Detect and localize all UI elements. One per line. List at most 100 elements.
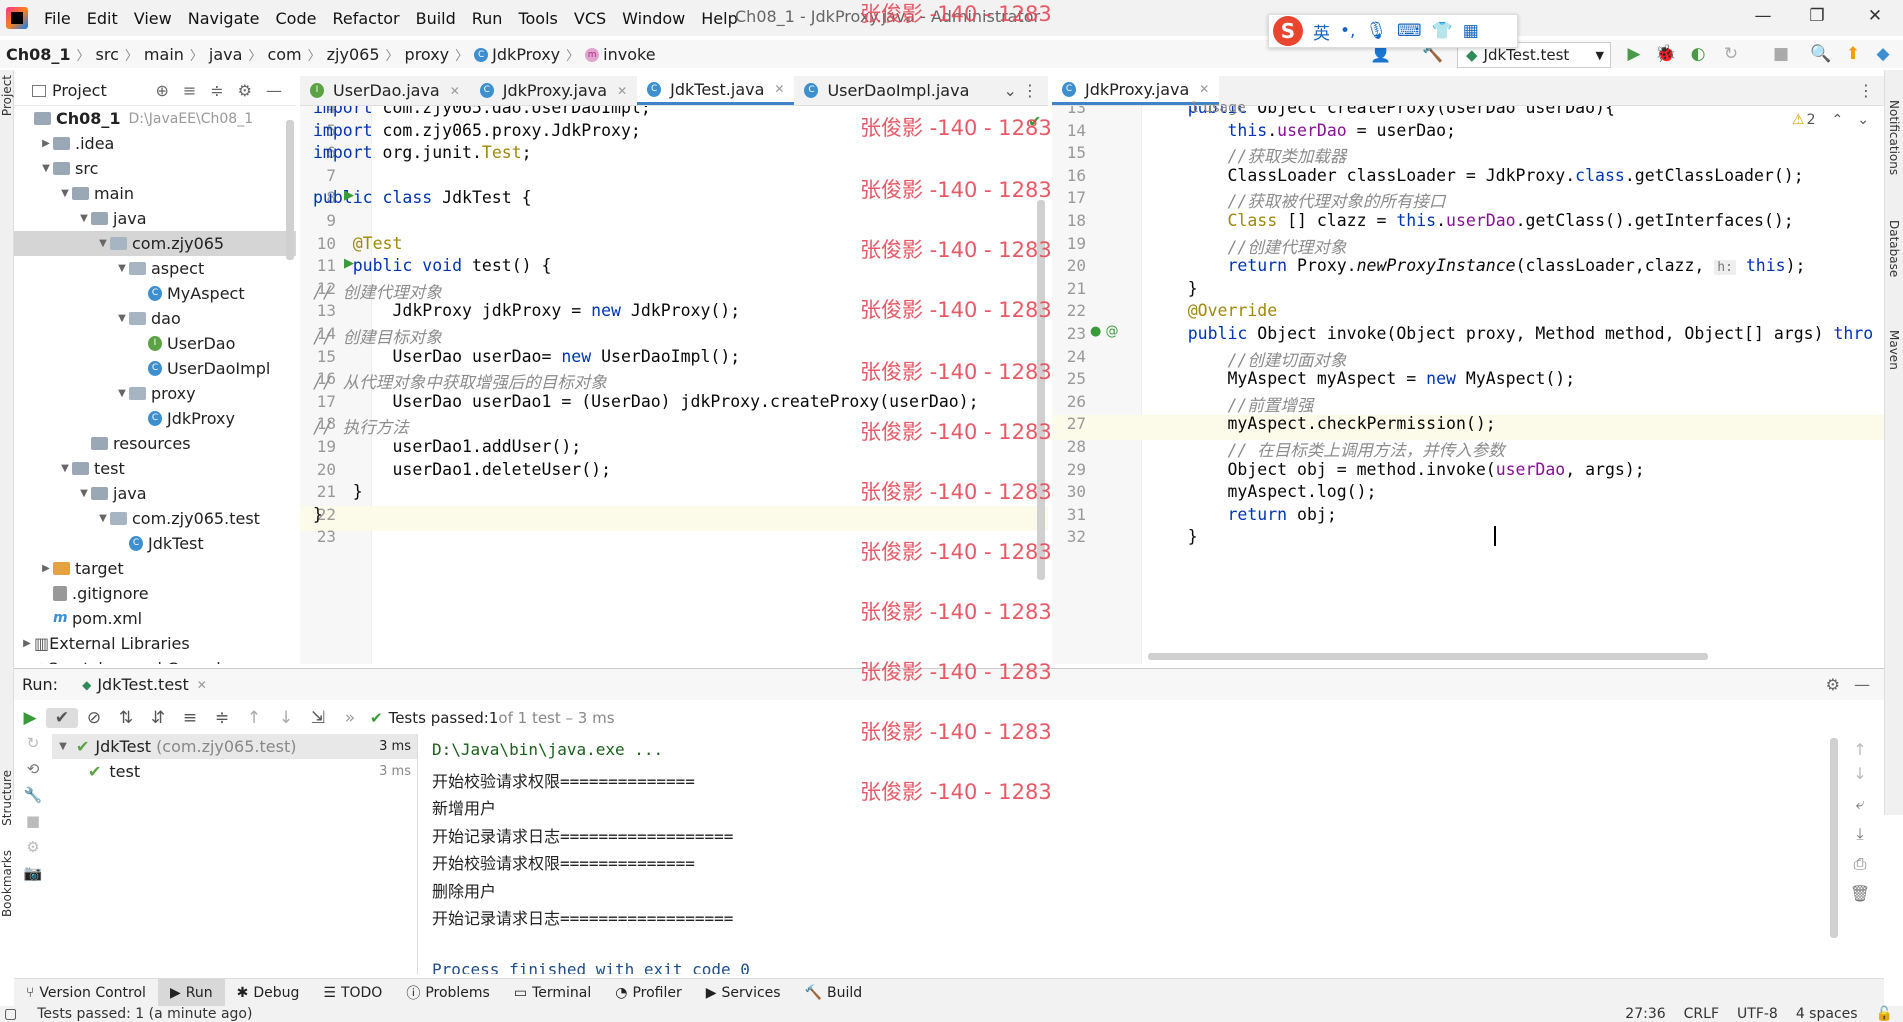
menu-refactor[interactable]: Refactor — [324, 9, 407, 28]
breadcrumb-src[interactable]: src — [90, 45, 125, 64]
rerun-failed-icon[interactable]: ↻ — [14, 734, 52, 760]
tree-item-userdaoimpl[interactable]: C UserDaoImpl — [14, 356, 296, 381]
tree-item-scratches-and-consoles[interactable]: ◷ Scratches and Consoles — [14, 656, 296, 664]
breadcrumb-method[interactable]: m invoke — [579, 45, 661, 64]
stop-icon[interactable]: ■ — [14, 812, 52, 838]
import-tests-icon[interactable]: ⇲ — [302, 708, 334, 728]
tab-jdktest[interactable]: C JdkTest.java ✕ — [637, 76, 795, 105]
more-icon[interactable]: » — [334, 708, 366, 728]
tree-item-src[interactable]: ▼ src — [14, 156, 296, 181]
tab-todo[interactable]: ☰ TODO — [311, 979, 394, 1006]
menu-navigate[interactable]: Navigate — [180, 9, 268, 28]
chevron-down-icon[interactable]: ▼ — [39, 163, 53, 174]
sort-alpha-icon[interactable]: ⇅ — [110, 708, 142, 728]
breadcrumb-project[interactable]: Ch08_1 — [0, 45, 77, 64]
restore-button[interactable]: ❐ — [1802, 6, 1832, 26]
project-scrollbar[interactable] — [286, 120, 294, 260]
tree-item-target[interactable]: ▶ target — [14, 556, 296, 581]
tab-problems[interactable]: ⓘ Problems — [394, 979, 502, 1006]
gear-icon[interactable]: ⚙ — [1826, 675, 1840, 694]
tree-item-java[interactable]: ▼ java — [14, 481, 296, 506]
next-test-icon[interactable]: ↓ — [270, 708, 302, 728]
close-icon[interactable]: ✕ — [1199, 82, 1209, 96]
soft-wrap-icon[interactable]: ⤶ — [1836, 794, 1884, 824]
override-gutter-icon[interactable]: ● @ — [1090, 324, 1118, 339]
project-panel-actions[interactable]: ⊕≡≑⚙— — [155, 81, 296, 100]
tree-item-userdao[interactable]: I UserDao — [14, 331, 296, 356]
toggle-auto-test-icon[interactable]: ⟲ — [14, 760, 52, 786]
close-window-button[interactable]: ✕ — [1860, 6, 1890, 26]
tab-services[interactable]: ▶ Services — [694, 979, 793, 1006]
trash-icon[interactable]: 🗑 — [1836, 884, 1884, 914]
chevron-down-icon[interactable]: ▼ — [77, 213, 91, 224]
chevron-right-icon[interactable]: ▶ — [39, 563, 53, 574]
close-icon[interactable]: ✕ — [450, 84, 460, 98]
tree-item--idea[interactable]: ▶ .idea — [14, 131, 296, 156]
chevron-up-icon[interactable]: ⌃ — [1831, 112, 1843, 128]
test-suite-row[interactable]: ▼ ✔ JdkTest (com.zjy065.test) 3 ms — [52, 734, 417, 759]
apps-icon[interactable]: ▦ — [1463, 21, 1479, 41]
tree-item-proxy[interactable]: ▼ proxy — [14, 381, 296, 406]
toolbox-icon[interactable]: ◆ — [1872, 44, 1894, 66]
chevron-right-icon[interactable]: ▶ — [20, 638, 34, 649]
usage-hint[interactable]: 1 usage — [1190, 100, 1246, 116]
right-editor-hscrollbar[interactable] — [1148, 653, 1708, 660]
coverage-icon[interactable]: ◐ — [1687, 44, 1709, 66]
tab-run[interactable]: ▶ Run — [157, 979, 225, 1006]
update-icon[interactable]: ⬆ — [1842, 44, 1864, 66]
menu-tools[interactable]: Tools — [510, 9, 565, 28]
console-output[interactable]: D:\Java\bin\java.exe ... 开始校验请求权限========… — [418, 734, 1832, 974]
tab-version-control[interactable]: ⑂ Version Control — [14, 979, 158, 1006]
menu-edit[interactable]: Edit — [79, 9, 126, 28]
close-icon[interactable]: ✕ — [774, 82, 784, 96]
screenshot-icon[interactable]: 📷 — [14, 864, 52, 890]
chevron-down-icon[interactable]: ▼ — [77, 488, 91, 499]
menu-file[interactable]: File — [36, 9, 79, 28]
chevron-down-icon[interactable]: ▼ — [58, 463, 72, 474]
chevron-down-icon[interactable]: ▼ — [115, 263, 129, 274]
tree-item-main[interactable]: ▼ main — [14, 181, 296, 206]
more-tabs-chevron-icon[interactable]: ⌄ ⋮ — [994, 76, 1049, 105]
lock-icon[interactable]: 🔓 — [1876, 1006, 1893, 1022]
tree-item-java[interactable]: ▼ java — [14, 206, 296, 231]
previous-test-icon[interactable]: ↑ — [238, 708, 270, 728]
tree-item-com-zjy065-test[interactable]: ▼ com.zjy065.test — [14, 506, 296, 531]
run-gutter-icon[interactable]: ▶ — [344, 188, 354, 203]
skin-icon[interactable]: 👕 — [1432, 21, 1453, 41]
tree-item-jdktest[interactable]: C JdkTest — [14, 531, 296, 556]
structure-tool-label[interactable]: Structure — [0, 770, 14, 826]
hide-panel-icon[interactable]: — — [1854, 675, 1870, 694]
tab-build[interactable]: 🔨 Build — [793, 979, 875, 1006]
wrench-icon[interactable]: 🔧 — [14, 786, 52, 812]
tree-item-jdkproxy[interactable]: C JdkProxy — [14, 406, 296, 431]
profiler-icon[interactable]: ↻ — [1720, 44, 1742, 66]
expand-all-icon[interactable]: ≡ — [174, 708, 206, 728]
chevron-down-icon[interactable]: ▼ — [56, 741, 70, 752]
chevron-down-icon[interactable]: ▼ — [115, 313, 129, 324]
stop-icon[interactable]: ■ — [1770, 44, 1792, 66]
tree-item--gitignore[interactable]: .gitignore — [14, 581, 296, 606]
menu-window[interactable]: Window — [614, 9, 693, 28]
breadcrumb-proxy[interactable]: proxy — [399, 45, 456, 64]
close-icon[interactable]: ✕ — [197, 678, 207, 692]
tab-terminal[interactable]: ▭ Terminal — [502, 979, 603, 1006]
right-code-editor[interactable]: 13 public Object createProxy(UserDao use… — [1052, 106, 1884, 664]
chevron-right-icon[interactable]: ▶ — [39, 138, 53, 149]
search-icon[interactable]: 🔍 — [1810, 44, 1832, 66]
console-scrollbar[interactable] — [1830, 738, 1838, 938]
notifications-tool-label[interactable]: Notifications — [1887, 100, 1901, 175]
tree-item-external-libraries[interactable]: ▶ ▥ External Libraries — [14, 631, 296, 656]
breadcrumb-zjy065[interactable]: zjy065 — [321, 45, 386, 64]
tree-item-pom-xml[interactable]: m pom.xml — [14, 606, 296, 631]
show-ignored-icon[interactable]: ⊘ — [78, 708, 110, 728]
chevron-down-icon[interactable]: ▼ — [96, 513, 110, 524]
caret-position[interactable]: 27:36 — [1625, 1006, 1665, 1022]
ime-toolbar[interactable]: S 英 •, 🎙 ⌨ 👕 ▦ — [1268, 14, 1518, 48]
breadcrumb-main[interactable]: main — [138, 45, 190, 64]
database-tool-label[interactable]: Database — [1887, 220, 1901, 277]
project-tool-label[interactable]: Project — [0, 75, 14, 116]
line-separator[interactable]: CRLF — [1684, 1006, 1719, 1022]
status-toggle-icon[interactable]: ▢ — [4, 1006, 17, 1022]
bookmarks-tool-label[interactable]: Bookmarks — [0, 850, 14, 917]
debug-icon[interactable]: 🐞 — [1655, 44, 1677, 66]
